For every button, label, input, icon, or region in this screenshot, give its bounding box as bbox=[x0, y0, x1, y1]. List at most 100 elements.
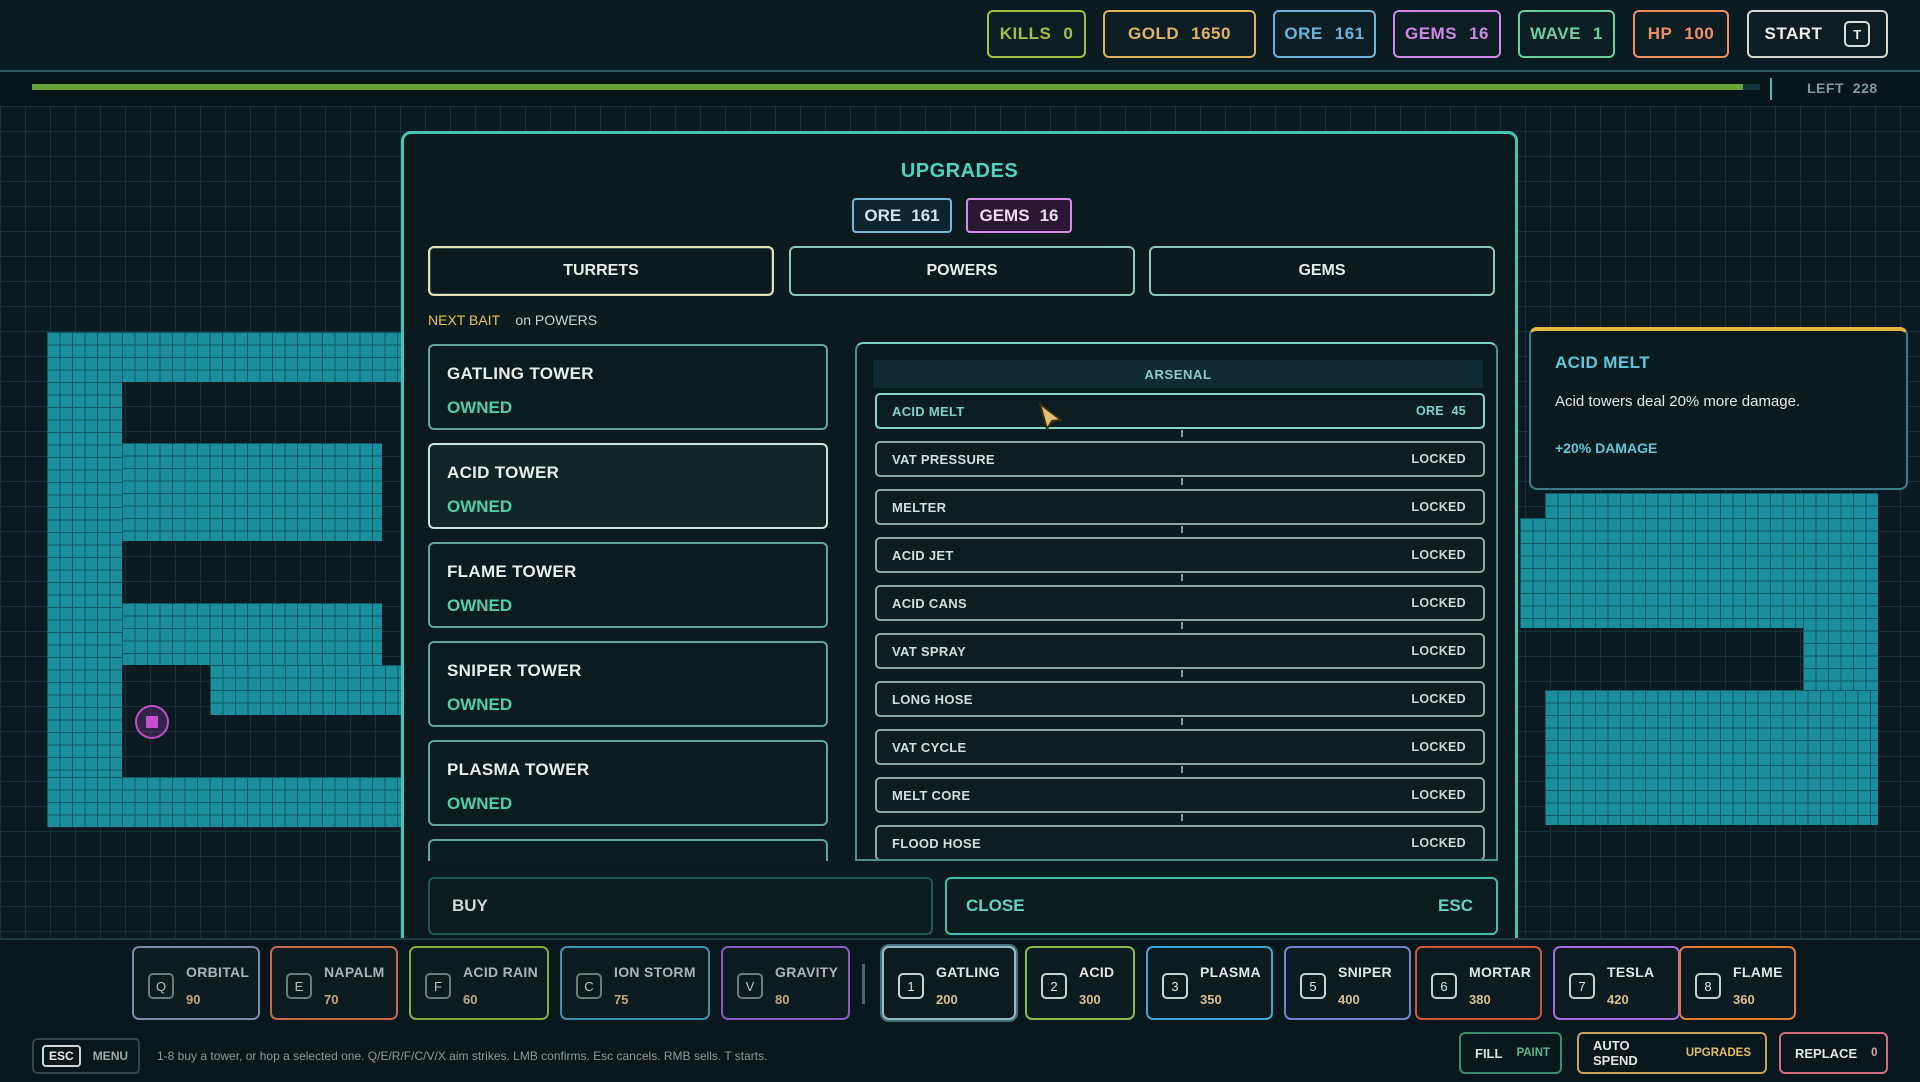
slot-cost: 360 bbox=[1733, 992, 1755, 1007]
upgrade-connector bbox=[1181, 430, 1183, 437]
tower-slot-sniper[interactable]: 5 SNIPER 400 bbox=[1284, 946, 1411, 1020]
slot-name: ACID RAIN bbox=[463, 964, 539, 980]
upgrade-status: LOCKED bbox=[1411, 500, 1466, 514]
upgrade-row[interactable]: ACID JET LOCKED bbox=[875, 537, 1485, 573]
tower-card[interactable] bbox=[428, 839, 828, 861]
tower-slot-tesla[interactable]: 7 TESLA 420 bbox=[1553, 946, 1680, 1020]
upgrade-row[interactable]: LONG HOSE LOCKED bbox=[875, 681, 1485, 717]
upgrade-row[interactable]: VAT SPRAY LOCKED bbox=[875, 633, 1485, 669]
upgrade-row[interactable]: VAT PRESSURE LOCKED bbox=[875, 441, 1485, 477]
slot-key: V bbox=[737, 973, 763, 999]
tower-name: PLASMA TOWER bbox=[447, 760, 590, 779]
upgrade-connector bbox=[1181, 574, 1183, 581]
menu-button[interactable]: ESC MENU bbox=[32, 1038, 140, 1074]
tab-gems[interactable]: GEMS bbox=[1149, 246, 1495, 296]
buy-button[interactable]: BUY bbox=[428, 877, 933, 935]
upgrade-connector bbox=[1181, 814, 1183, 821]
hp-label: HP bbox=[1647, 24, 1673, 43]
enemy-unit[interactable] bbox=[135, 705, 169, 739]
replace-value: 0 bbox=[1871, 1047, 1878, 1059]
left-value: 228 bbox=[1852, 80, 1878, 96]
upgrade-name: MELT CORE bbox=[892, 787, 971, 803]
upgrade-row[interactable]: FLOOD HOSE LOCKED bbox=[875, 825, 1485, 859]
auto-spend-button[interactable]: AUTO SPEND UPGRADES bbox=[1577, 1032, 1767, 1074]
slot-key: E bbox=[286, 973, 312, 999]
gems-value: 16 bbox=[1469, 24, 1489, 43]
tower-slot-plasma[interactable]: 3 PLASMA 350 bbox=[1146, 946, 1273, 1020]
upgrade-row[interactable]: MELT CORE LOCKED bbox=[875, 777, 1485, 813]
slot-key: 5 bbox=[1300, 973, 1326, 999]
upgrade-row[interactable]: ACID CANS LOCKED bbox=[875, 585, 1485, 621]
tower-list[interactable]: GATLING TOWER OWNED ACID TOWER OWNED FLA… bbox=[428, 344, 832, 861]
upgrade-name: MELTER bbox=[892, 499, 947, 515]
menu-label: MENU bbox=[92, 1049, 129, 1063]
power-slot-napalm[interactable]: E NAPALM 70 bbox=[270, 946, 398, 1020]
tower-slot-flame[interactable]: 8 FLAME 360 bbox=[1679, 946, 1796, 1020]
tower-status: OWNED bbox=[447, 497, 513, 516]
tower-status: OWNED bbox=[447, 596, 513, 615]
close-key-hint: ESC bbox=[1438, 896, 1473, 915]
tab-turrets[interactable]: TURRETS bbox=[428, 246, 774, 296]
upgrade-status: LOCKED bbox=[1411, 644, 1466, 658]
kills-label: KILLS bbox=[999, 24, 1052, 43]
upgrade-row[interactable]: MELTER LOCKED bbox=[875, 489, 1485, 525]
tower-card[interactable]: PLASMA TOWER OWNED bbox=[428, 740, 828, 826]
tower-card[interactable]: ACID TOWER OWNED bbox=[428, 443, 828, 529]
start-button[interactable]: START T bbox=[1747, 10, 1888, 58]
next-bait-label: NEXT BAIT bbox=[428, 312, 500, 328]
hp-value: 100 bbox=[1684, 24, 1715, 43]
tower-card[interactable]: GATLING TOWER OWNED bbox=[428, 344, 828, 430]
auto-spend-sub: UPGRADES bbox=[1685, 1047, 1751, 1059]
slot-name: FLAME bbox=[1733, 964, 1783, 980]
slot-cost: 60 bbox=[463, 992, 478, 1007]
tower-card[interactable]: FLAME TOWER OWNED bbox=[428, 542, 828, 628]
enemy-core-icon bbox=[146, 716, 158, 728]
arsenal-panel: ARSENAL ACID MELT ORE 45 VAT PRESSURE LOCKE… bbox=[855, 342, 1498, 861]
slot-name: ACID bbox=[1079, 964, 1115, 980]
tooltip-description: Acid towers deal 20% more damage. bbox=[1555, 393, 1801, 410]
kills-stat: KILLS 0 bbox=[987, 10, 1086, 58]
tab-powers[interactable]: POWERS bbox=[789, 246, 1135, 296]
tower-slot-acid[interactable]: 2 ACID 300 bbox=[1025, 946, 1135, 1020]
upgrade-connector bbox=[1181, 478, 1183, 485]
tooltip-title: ACID MELT bbox=[1555, 353, 1650, 372]
slot-cost: 350 bbox=[1200, 992, 1222, 1007]
close-button[interactable]: CLOSE ESC bbox=[945, 877, 1498, 935]
tooltip-bonus: +20% DAMAGE bbox=[1555, 440, 1658, 456]
replace-button[interactable]: REPLACE 0 bbox=[1779, 1032, 1888, 1074]
tower-status: OWNED bbox=[447, 695, 513, 714]
slot-name: TESLA bbox=[1607, 964, 1655, 980]
tower-slot-gatling[interactable]: 1 GATLING 200 bbox=[882, 946, 1016, 1020]
slot-cost: 420 bbox=[1607, 992, 1629, 1007]
fill-sub: PAINT bbox=[1516, 1047, 1551, 1059]
tower-card[interactable]: SNIPER TOWER OWNED bbox=[428, 641, 828, 727]
upgrade-connector bbox=[1181, 670, 1183, 677]
upgrade-row[interactable]: ACID MELT ORE 45 bbox=[875, 393, 1485, 429]
ore-value: 161 bbox=[1334, 24, 1365, 43]
power-slot-ion-storm[interactable]: C ION STORM 75 bbox=[560, 946, 710, 1020]
wave-stat: WAVE 1 bbox=[1518, 10, 1615, 58]
slot-cost: 300 bbox=[1079, 992, 1101, 1007]
power-slot-orbital[interactable]: Q ORBITAL 90 bbox=[132, 946, 260, 1020]
slot-key: 8 bbox=[1695, 973, 1721, 999]
arsenal-header: ARSENAL bbox=[873, 360, 1483, 388]
slot-key: 1 bbox=[898, 973, 924, 999]
tower-name: FLAME TOWER bbox=[447, 562, 577, 581]
modal-gems-value: 16 bbox=[1039, 205, 1059, 225]
tower-slot-mortar[interactable]: 6 MORTAR 380 bbox=[1415, 946, 1542, 1020]
slot-name: GRAVITY bbox=[775, 964, 839, 980]
power-slot-acid-rain[interactable]: F ACID RAIN 60 bbox=[409, 946, 549, 1020]
slot-name: MORTAR bbox=[1469, 964, 1532, 980]
upgrade-status: LOCKED bbox=[1411, 452, 1466, 466]
upgrade-name: VAT SPRAY bbox=[892, 643, 966, 659]
power-slot-gravity[interactable]: V GRAVITY 80 bbox=[721, 946, 850, 1020]
upgrade-status: LOCKED bbox=[1411, 548, 1466, 562]
tower-name: ACID TOWER bbox=[447, 463, 560, 482]
upgrade-tooltip: ACID MELT Acid towers deal 20% more dama… bbox=[1529, 327, 1908, 490]
upgrade-row[interactable]: VAT CYCLE LOCKED bbox=[875, 729, 1485, 765]
modal-title: UPGRADES bbox=[900, 160, 1019, 182]
upgrade-connector bbox=[1181, 622, 1183, 629]
fill-paint-button[interactable]: FILL PAINT bbox=[1459, 1032, 1562, 1074]
upgrade-connector bbox=[1181, 526, 1183, 533]
upgrade-status: ORE 45 bbox=[1415, 404, 1466, 418]
